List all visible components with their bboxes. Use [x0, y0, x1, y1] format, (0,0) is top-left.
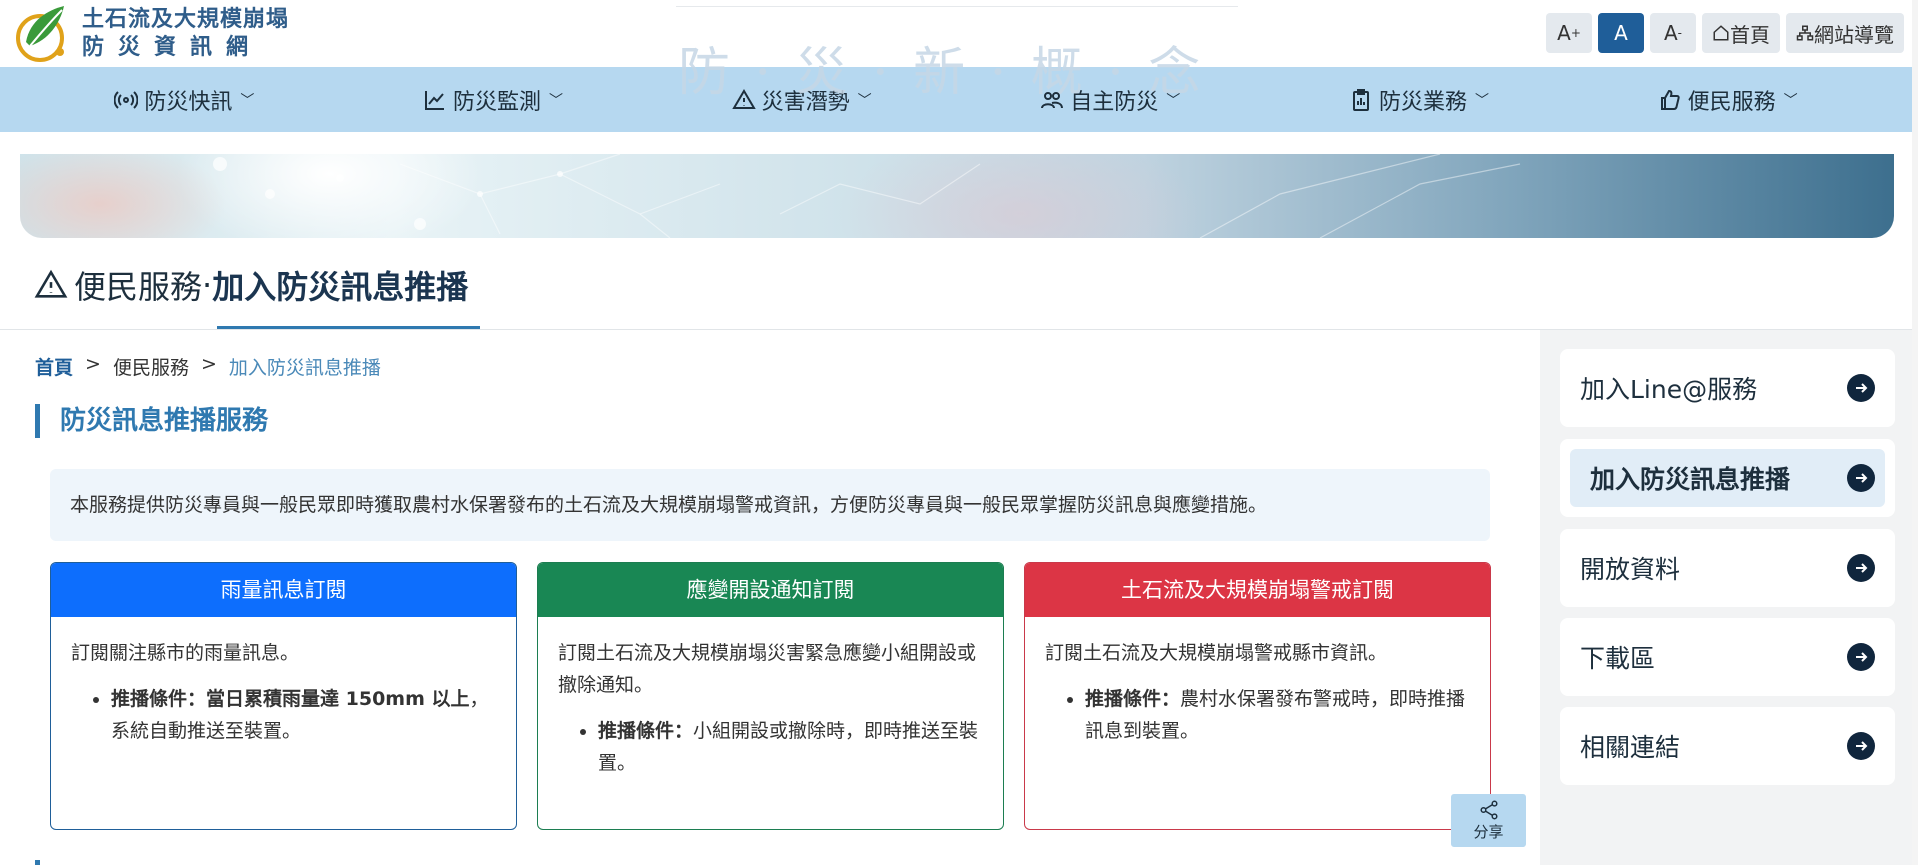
page-title-parent[interactable]: 便民服務: [74, 262, 202, 308]
chevron-down-icon: ﹀: [1474, 92, 1489, 109]
clipboard-icon: [1352, 88, 1369, 111]
sidebar-item-open-data[interactable]: 開放資料: [1560, 529, 1895, 607]
banner-network-pattern: [213, 154, 1521, 238]
site-logo[interactable]: 土石流及大規模崩塌 防災資訊網: [12, 2, 289, 64]
breadcrumb: 首頁 > 便民服務 > 加入防災訊息推播: [35, 353, 381, 380]
section-title: 防災訊息推播服務: [35, 404, 268, 438]
thumb-up-icon: [1660, 89, 1680, 110]
chevron-down-icon: ﹀: [240, 92, 255, 109]
breadcrumb-current: 加入防災訊息推播: [228, 357, 381, 379]
nav-item-disaster-news[interactable]: 防災快訊 ﹀: [114, 84, 254, 116]
card-title: 應變開設通知訂閱: [538, 563, 1003, 617]
card-condition: 推播條件：小組開設或撤除時，即時推送至裝置。: [598, 715, 983, 779]
breadcrumb-parent[interactable]: 便民服務: [113, 353, 189, 380]
arrow-right-icon: [1847, 464, 1875, 492]
slogan-divider: [676, 6, 1238, 7]
arrow-right-icon: [1847, 554, 1875, 582]
breadcrumb-home[interactable]: 首頁: [35, 353, 73, 380]
logo-title-line2: 防災資訊網: [82, 34, 263, 60]
hero-banner: [20, 154, 1894, 238]
sidebar-item-downloads[interactable]: 下載區: [1560, 618, 1895, 696]
card-title: 土石流及大規模崩塌警戒訂閱: [1025, 563, 1490, 617]
logo-title-line1: 土石流及大規模崩塌: [82, 6, 290, 32]
sidebar-item-related-links[interactable]: 相關連結: [1560, 707, 1895, 785]
home-icon: [1713, 25, 1729, 41]
broadcast-icon: [114, 90, 139, 109]
card-description: 訂閱關注縣市的雨量訊息。: [71, 642, 300, 664]
chevron-down-icon: ﹀: [1783, 92, 1798, 109]
sitemap-icon: [1796, 25, 1814, 41]
share-button[interactable]: 分享: [1451, 794, 1526, 847]
page-title-current: 加入防災訊息推播: [212, 268, 469, 306]
warning-icon: [34, 269, 68, 298]
intro-text: 本服務提供防災專員與一般民眾即時獲取農村水保署發布的土石流及大規模崩塌警戒資訊，…: [50, 469, 1490, 541]
sidebar: 加入Line@服務 加入防災訊息推播 開放資料 下載區 相關連結: [1540, 330, 1912, 865]
sitemap-button[interactable]: 網站導覽: [1786, 13, 1904, 53]
nav-item-monitoring[interactable]: 防災監測 ﹀: [423, 84, 563, 116]
chart-line-icon: [424, 90, 444, 110]
nav-item-public-service[interactable]: 便民服務 ﹀: [1658, 84, 1798, 116]
font-size-large-button[interactable]: A +: [1546, 13, 1592, 53]
logo-leaf-icon: [16, 6, 64, 62]
sidebar-item-push-notification[interactable]: 加入防災訊息推播: [1560, 439, 1895, 517]
arrow-right-icon: [1847, 643, 1875, 671]
breadcrumb-separator: >: [200, 353, 217, 375]
page-title: 便民服務 · 加入防災訊息推播: [34, 262, 468, 308]
page-scrollbar[interactable]: [1912, 0, 1918, 865]
home-button[interactable]: 首頁: [1702, 13, 1780, 53]
font-size-normal-button[interactable]: A: [1598, 13, 1644, 53]
nav-item-business[interactable]: 防災業務 ﹀: [1349, 84, 1489, 116]
card-alert-subscription[interactable]: 土石流及大規模崩塌警戒訂閱 訂閱土石流及大規模崩塌警戒縣市資訊。 推播條件：農村…: [1024, 562, 1491, 830]
share-icon: [1479, 800, 1498, 820]
arrow-right-icon: [1847, 374, 1875, 402]
card-condition: 推播條件：農村水保署發布警戒時，即時推播訊息到裝置。: [1085, 683, 1470, 747]
chevron-down-icon: ﹀: [548, 92, 563, 109]
card-rainfall-subscription[interactable]: 雨量訊息訂閱 訂閱關注縣市的雨量訊息。 推播條件：當日累積雨量達 150mm 以…: [50, 562, 517, 830]
page: 土石流及大規模崩塌 防災資訊網 A + A A- 首頁 網站導覽 防 · 災 · …: [0, 0, 1918, 865]
page-title-separator: ·: [202, 266, 213, 304]
card-description: 訂閱土石流及大規模崩塌災害緊急應變小組開設或撤除通知。: [558, 642, 977, 696]
sidebar-item-line-service[interactable]: 加入Line@服務: [1560, 349, 1895, 427]
next-section-marker: [35, 860, 40, 865]
card-description: 訂閱土石流及大規模崩塌警戒縣市資訊。: [1045, 642, 1388, 664]
breadcrumb-separator: >: [85, 353, 101, 375]
arrow-right-icon: [1847, 732, 1875, 760]
slogan-watermark: 防 · 災 · 新 · 概 · 念: [678, 43, 1205, 103]
card-condition: 推播條件：當日累積雨量達 150mm 以上，系統自動推送至裝置。: [111, 683, 496, 747]
font-size-small-button[interactable]: A-: [1650, 13, 1696, 53]
top-toolbar: A + A A- 首頁 網站導覽: [1546, 13, 1904, 53]
card-response-notice-subscription[interactable]: 應變開設通知訂閱 訂閱土石流及大規模崩塌災害緊急應變小組開設或撤除通知。 推播條…: [537, 562, 1004, 830]
card-title: 雨量訊息訂閱: [51, 563, 516, 617]
